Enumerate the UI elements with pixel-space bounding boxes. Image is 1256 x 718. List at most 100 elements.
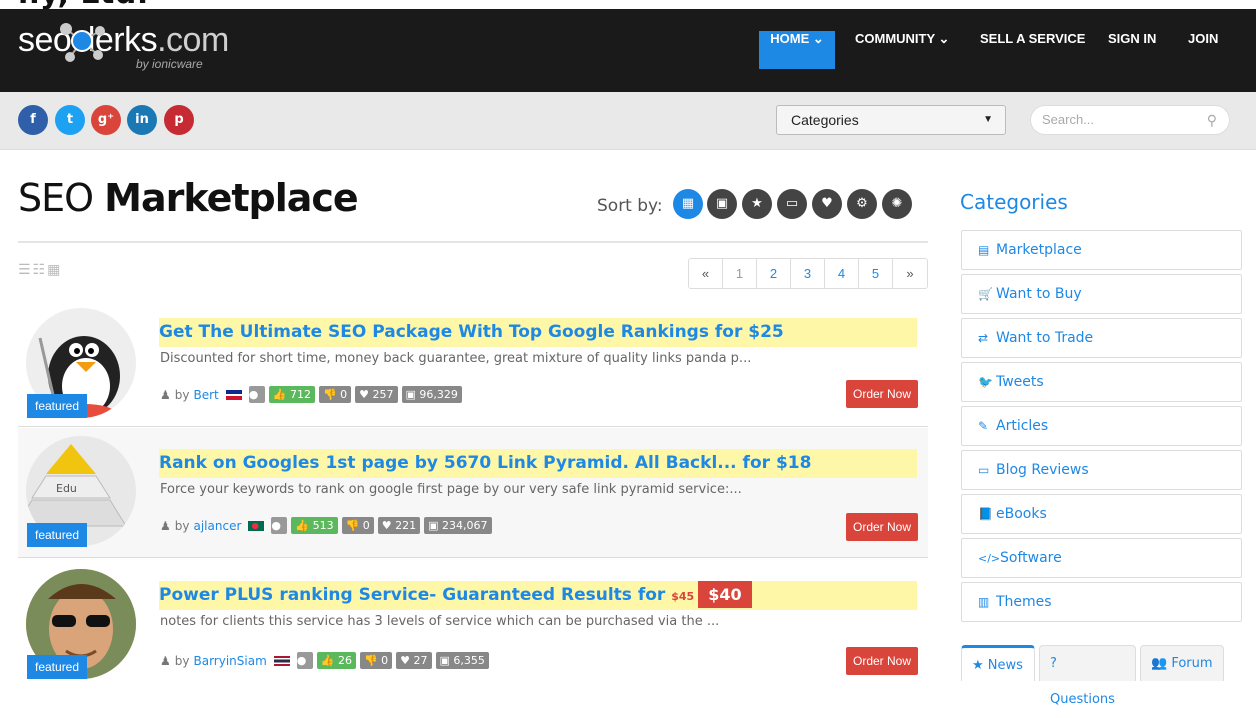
categories-select[interactable]: Categories ▼: [776, 105, 1006, 135]
users-icon: 👥: [1151, 656, 1168, 671]
sort-favorites-icon[interactable]: ♥: [812, 189, 842, 219]
favorites-count: ♥ 221: [377, 517, 421, 534]
sort-new-icon[interactable]: ✺: [882, 189, 912, 219]
level-badge-icon: ●: [248, 386, 265, 403]
by-label: by: [174, 653, 190, 668]
categories-select-value: Categories: [791, 112, 859, 128]
favorites-count: ♥ 27: [396, 652, 432, 669]
featured-badge: featured: [27, 394, 88, 418]
sort-by-label: Sort by:: [597, 196, 663, 216]
sidebar-item-blog-reviews[interactable]: ▭ Blog Reviews: [961, 450, 1242, 490]
listing-row: Edu featured Rank on Googles 1st page by…: [18, 428, 928, 558]
search-icon[interactable]: ⚲: [1207, 106, 1217, 134]
tab-forum[interactable]: 👥 Forum: [1140, 645, 1224, 681]
page-3[interactable]: 3: [791, 259, 825, 288]
sidebar-item-ebooks[interactable]: 📘 eBooks: [961, 494, 1242, 534]
seller-link[interactable]: BarryinSiam: [193, 654, 266, 668]
page-1[interactable]: 1: [723, 259, 757, 288]
page-next[interactable]: »: [893, 259, 927, 288]
page-4[interactable]: 4: [825, 259, 859, 288]
sidebar-item-want-to-trade[interactable]: ⇄ Want to Trade: [961, 318, 1242, 358]
logo-byline: by ionicware: [136, 57, 203, 71]
nav-sell-a-service[interactable]: SELL A SERVICE: [966, 31, 1099, 69]
sidebar-item-software[interactable]: </>Software: [961, 538, 1242, 578]
caret-down-icon: ▼: [983, 114, 993, 125]
divider: [18, 241, 928, 243]
site-logo[interactable]: seoclerks.com by ionicware: [18, 21, 278, 71]
listing-meta: ♟ by ajlancer ● 👍 513 👎 0 ♥ 221 ▣ 234,06…: [160, 517, 492, 534]
likes-count: 👍 26: [316, 652, 356, 669]
level-badge-icon: ●: [271, 517, 288, 534]
sidebar-heading: Categories: [960, 190, 1068, 214]
pinterest-icon[interactable]: p: [164, 105, 194, 135]
grid-view-icon[interactable]: ☷: [33, 262, 48, 278]
dislikes-count: 👎 0: [341, 517, 374, 534]
sidebar-item-themes[interactable]: ▥ Themes: [961, 582, 1242, 622]
user-icon: ♟: [160, 387, 171, 402]
likes-count: 👍 712: [268, 386, 315, 403]
question-icon: ?: [1050, 656, 1057, 671]
sidebar-item-articles[interactable]: ✎ Articles: [961, 406, 1242, 446]
star-icon: ★: [972, 658, 984, 673]
listing-meta: ♟ by Bert ● 👍 712 👎 0 ♥ 257 ▣ 96,329: [160, 386, 462, 403]
order-now-button[interactable]: Order Now: [846, 647, 918, 675]
page-title: SEO Marketplace: [18, 176, 359, 220]
sort-rating-icon[interactable]: ★: [742, 189, 772, 219]
nav-sign-in[interactable]: SIGN IN: [1094, 31, 1170, 69]
views-count: ▣ 96,329: [401, 386, 462, 403]
flag-icon: [273, 655, 290, 666]
sort-price-icon[interactable]: ▭: [777, 189, 807, 219]
sidebar-item-marketplace[interactable]: ▤ Marketplace: [961, 230, 1242, 270]
listing-row: featured Power PLUS ranking Service- Gua…: [18, 559, 928, 679]
twitter-icon[interactable]: t: [55, 105, 85, 135]
linkedin-icon[interactable]: in: [127, 105, 157, 135]
exchange-icon: ⇄: [978, 331, 989, 345]
google-plus-icon[interactable]: g⁺: [91, 105, 121, 135]
search-input[interactable]: Search... ⚲: [1030, 105, 1230, 135]
logo-wordmark: seoclerks.com: [18, 21, 229, 59]
table-view-icon[interactable]: ▦: [47, 262, 62, 278]
order-now-button[interactable]: Order Now: [846, 380, 918, 408]
nav-home[interactable]: HOME ⌄: [759, 31, 835, 69]
seller-link[interactable]: ajlancer: [193, 519, 241, 533]
views-count: ▣ 234,067: [424, 517, 492, 534]
view-toggle: ☰☷▦: [18, 262, 62, 278]
flag-icon: [225, 389, 242, 400]
listing-description: Force your keywords to rank on google fi…: [160, 482, 742, 497]
page-2[interactable]: 2: [757, 259, 791, 288]
facebook-icon[interactable]: f: [18, 105, 48, 135]
dislikes-count: 👎 0: [318, 386, 352, 403]
dislikes-count: 👎 0: [359, 652, 393, 669]
order-now-button[interactable]: Order Now: [846, 513, 918, 541]
views-count: ▣ 6,355: [435, 652, 489, 669]
sidebar-item-tweets[interactable]: 🐦 Tweets: [961, 362, 1242, 402]
tab-news[interactable]: ★ News: [961, 645, 1035, 681]
listing-title[interactable]: Get The Ultimate SEO Package With Top Go…: [159, 318, 917, 347]
twitter-icon: 🐦: [978, 375, 993, 389]
themes-icon: ▥: [978, 595, 990, 609]
tab-questions[interactable]: ? Questions: [1039, 645, 1136, 707]
listing-row: featured Get The Ultimate SEO Package Wi…: [18, 308, 928, 427]
monitor-icon: ▭: [978, 463, 990, 477]
page-5[interactable]: 5: [859, 259, 893, 288]
sort-views-icon[interactable]: ▣: [707, 189, 737, 219]
level-badge-icon: ●: [296, 652, 313, 669]
page-prev[interactable]: «: [689, 259, 723, 288]
sidebar-item-want-to-buy[interactable]: 🛒 Want to Buy: [961, 274, 1242, 314]
listing-title[interactable]: Rank on Googles 1st page by 5670 Link Py…: [159, 449, 917, 478]
favorites-count: ♥ 257: [355, 386, 398, 403]
sort-date-icon[interactable]: ▦: [673, 189, 703, 219]
listing-description: Discounted for short time, money back gu…: [160, 351, 752, 366]
nav-community[interactable]: COMMUNITY ⌄: [841, 31, 963, 69]
listing-title[interactable]: Power PLUS ranking Service- Guaranteed R…: [159, 581, 917, 610]
sort-settings-icon[interactable]: ⚙: [847, 189, 877, 219]
listing-meta: ♟ by BarryinSiam ● 👍 26 👎 0 ♥ 27 ▣ 6,355: [160, 652, 489, 669]
listing-description: notes for clients this service has 3 lev…: [160, 614, 720, 629]
seller-link[interactable]: Bert: [193, 388, 218, 402]
list-view-icon[interactable]: ☰: [18, 262, 33, 278]
nav-join[interactable]: JOIN: [1174, 31, 1232, 69]
edit-icon: ✎: [978, 419, 989, 433]
book-icon: 📘: [978, 507, 993, 521]
user-icon: ♟: [160, 653, 171, 668]
by-label: by: [174, 387, 190, 402]
